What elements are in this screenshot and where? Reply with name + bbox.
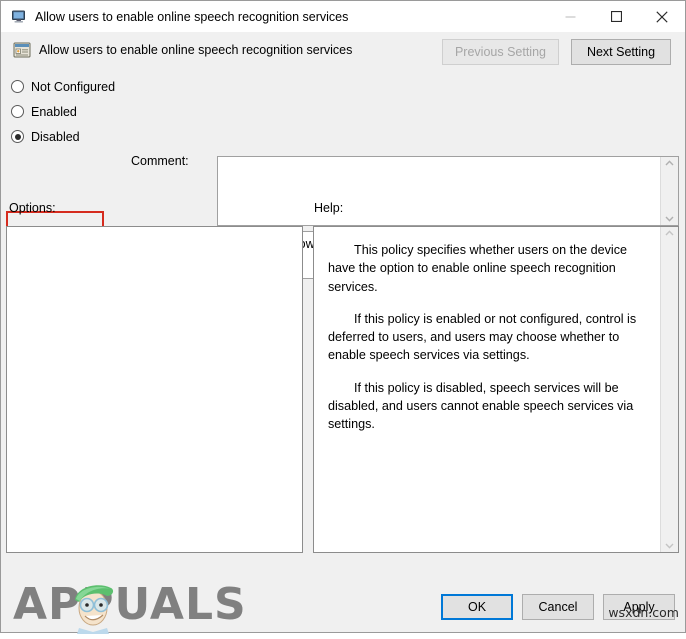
scroll-down-icon[interactable] [665, 543, 674, 549]
computer-monitor-icon [11, 9, 27, 25]
help-scrollbar[interactable] [660, 227, 678, 552]
help-paragraph: If this policy is disabled, speech servi… [328, 380, 634, 432]
setting-title: Allow users to enable online speech reco… [39, 43, 353, 57]
maximize-icon [610, 11, 622, 22]
radio-not-configured[interactable]: Not Configured [11, 74, 131, 99]
comment-label: Comment: [131, 154, 189, 168]
help-panel: This policy specifies whether users on t… [313, 226, 679, 553]
radio-enabled-label: Enabled [31, 104, 77, 119]
setting-header: Allow users to enable online speech reco… [1, 32, 685, 68]
state-radio-group: Not Configured Enabled Disabled [11, 74, 131, 149]
radio-enabled-indicator [11, 105, 24, 118]
scroll-up-icon[interactable] [665, 230, 674, 236]
previous-setting-button[interactable]: Previous Setting [441, 39, 559, 65]
scroll-up-icon[interactable] [665, 160, 674, 166]
title-bar: Allow users to enable online speech reco… [1, 1, 685, 32]
ok-button[interactable]: OK [441, 594, 513, 620]
radio-not-configured-indicator [11, 80, 24, 93]
maximize-button[interactable] [593, 1, 639, 32]
apply-button[interactable]: Apply [603, 594, 675, 620]
dialog-action-buttons: OK Cancel Apply [441, 594, 675, 620]
minimize-button[interactable] [547, 1, 593, 32]
help-label: Help: [314, 201, 344, 215]
help-text: This policy specifies whether users on t… [314, 227, 660, 552]
panes-area: Options: Help: This policy specifies whe… [1, 201, 685, 588]
window-title: Allow users to enable online speech reco… [35, 9, 349, 24]
setting-nav-buttons: Previous Setting Next Setting [441, 39, 671, 65]
help-paragraph: This policy specifies whether users on t… [328, 243, 627, 294]
minimize-icon [565, 11, 576, 22]
group-policy-setting-icon [13, 41, 31, 59]
help-paragraph: If this policy is enabled or not configu… [328, 311, 637, 363]
radio-enabled[interactable]: Enabled [11, 99, 131, 124]
options-label: Options: [9, 201, 56, 215]
close-button[interactable] [639, 1, 685, 32]
radio-disabled[interactable]: Disabled [11, 124, 131, 149]
radio-disabled-indicator [11, 130, 24, 143]
radio-disabled-label: Disabled [31, 129, 80, 144]
close-icon [656, 10, 668, 23]
options-panel[interactable] [6, 226, 303, 553]
dialog-footer: OK Cancel Apply [1, 588, 685, 632]
radio-not-configured-label: Not Configured [31, 79, 116, 94]
cancel-button[interactable]: Cancel [522, 594, 594, 620]
window-controls [547, 1, 685, 32]
policy-setting-dialog: Allow users to enable online speech reco… [0, 0, 686, 634]
settings-area: Not Configured Enabled Disabled Comment: [1, 68, 685, 279]
next-setting-button[interactable]: Next Setting [571, 39, 671, 65]
options-content [7, 227, 302, 552]
